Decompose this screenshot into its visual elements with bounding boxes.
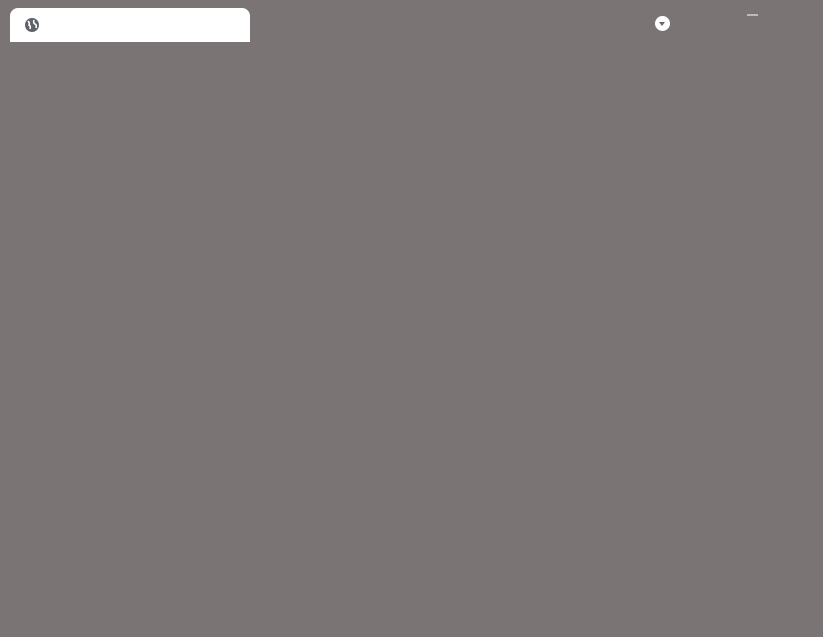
new-tab-button[interactable] [262, 12, 282, 36]
browser-window [0, 0, 823, 637]
tab-strip [0, 0, 823, 42]
globe-icon [25, 18, 39, 32]
tab-search-icon[interactable] [655, 16, 670, 31]
tab-sample-pdf[interactable] [10, 8, 250, 42]
